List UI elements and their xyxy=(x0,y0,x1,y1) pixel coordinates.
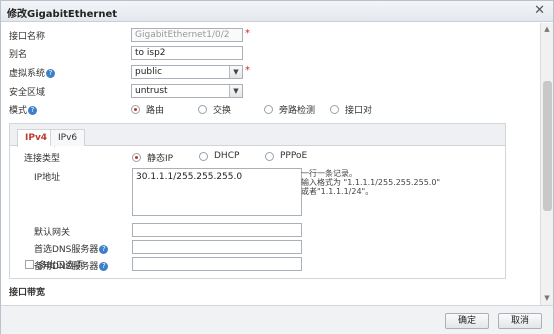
checkbox-box xyxy=(25,260,34,269)
interface-name-label: 接口名称 xyxy=(9,32,46,42)
mode-radio-bypass[interactable]: 旁路检测 xyxy=(264,103,315,116)
dns-secondary-input[interactable] xyxy=(132,257,302,271)
conn-option-label: 静态IP xyxy=(147,154,174,164)
mode-radio-pair[interactable]: 接口对 xyxy=(330,103,372,116)
conn-radio-pppoe[interactable]: PPPoE xyxy=(265,151,307,161)
edit-interface-dialog: 修改GigabitEthernet ✕ 接口名称 GigabitEthernet… xyxy=(0,0,554,334)
conn-radio-dhcp[interactable]: DHCP xyxy=(199,151,239,161)
conn-type-label: 连接类型 xyxy=(24,154,61,164)
vertical-scrollbar[interactable]: ▲ ▼ xyxy=(540,23,553,305)
radio-dot xyxy=(132,153,141,162)
conn-option-label: DHCP xyxy=(214,151,240,161)
tab-ipv6[interactable]: IPv6 xyxy=(50,129,86,146)
mode-label-text: 模式 xyxy=(9,106,28,116)
zone-value: untrust xyxy=(135,86,168,96)
help-icon[interactable]: ? xyxy=(99,262,109,271)
mode-option-label: 路由 xyxy=(146,106,165,116)
ok-button[interactable]: 确定 xyxy=(445,313,489,329)
help-icon[interactable]: ? xyxy=(28,106,38,115)
dialog-title: 修改GigabitEthernet xyxy=(7,9,118,20)
help-icon[interactable]: ? xyxy=(99,245,109,254)
vsys-select[interactable]: public ▼ xyxy=(131,65,243,79)
ip-config-panel: IPv4 IPv6 连接类型 静态IP DHCP PPPoE IP地址 30.1… xyxy=(9,123,506,279)
tab-strip: IPv4 IPv6 xyxy=(10,124,505,147)
vsys-label: 虚拟系统? xyxy=(9,66,56,79)
required-mark: * xyxy=(245,65,250,76)
zone-label: 安全区域 xyxy=(9,88,46,98)
ip-address-label: IP地址 xyxy=(34,173,61,183)
interface-name-field: GigabitEthernet1/0/2 xyxy=(131,28,243,42)
dns-primary-input[interactable] xyxy=(132,240,302,254)
mode-option-label: 交换 xyxy=(213,106,232,116)
conn-radio-static[interactable]: 静态IP xyxy=(132,151,173,164)
vsys-value: public xyxy=(135,67,163,77)
bandwidth-section-header[interactable]: 接口带宽 xyxy=(9,285,45,298)
cancel-button[interactable]: 取消 xyxy=(498,313,542,329)
dialog-footer: 确定 取消 xyxy=(1,305,553,334)
radio-dot xyxy=(330,105,339,114)
mode-option-label: 旁路检测 xyxy=(279,106,316,116)
multi-egress-checkbox[interactable]: 多出口选项 xyxy=(25,258,83,271)
ip-format-hint: 一行一条记录。 输入格式为 "1.1.1.1/255.255.255.0" 或者… xyxy=(301,169,441,196)
mode-label: 模式? xyxy=(9,103,38,116)
scroll-down-icon[interactable]: ▼ xyxy=(543,294,551,302)
scrollbar-thumb[interactable] xyxy=(543,81,552,211)
help-icon[interactable]: ? xyxy=(46,69,56,78)
ip-address-textarea[interactable]: 30.1.1.1/255.255.255.0 xyxy=(132,168,302,216)
required-mark: * xyxy=(245,28,250,39)
radio-dot xyxy=(198,105,207,114)
radio-dot xyxy=(265,151,274,161)
dns-primary-label-text: 首选DNS服务器 xyxy=(34,245,99,255)
dialog-content: 接口名称 GigabitEthernet1/0/2 * 别名 to isp2 虚… xyxy=(1,23,540,305)
vsys-label-text: 虚拟系统 xyxy=(9,69,46,79)
gateway-input[interactable] xyxy=(132,223,302,237)
radio-dot xyxy=(264,105,273,114)
multi-egress-label: 多出口选项 xyxy=(38,261,84,271)
mode-option-label: 接口对 xyxy=(345,106,373,116)
mode-radio-switch[interactable]: 交换 xyxy=(198,103,231,116)
scroll-up-icon[interactable]: ▲ xyxy=(543,25,551,33)
chevron-down-icon[interactable]: ▼ xyxy=(229,66,242,78)
close-icon[interactable]: ✕ xyxy=(534,3,545,18)
dialog-titlebar: 修改GigabitEthernet ✕ xyxy=(1,1,553,22)
gateway-label: 默认网关 xyxy=(34,228,71,238)
conn-option-label: PPPoE xyxy=(280,151,308,161)
radio-dot xyxy=(131,105,140,114)
alias-label: 别名 xyxy=(9,50,28,60)
alias-input[interactable]: to isp2 xyxy=(131,46,243,60)
radio-dot xyxy=(199,151,208,161)
mode-radio-route[interactable]: 路由 xyxy=(131,103,164,116)
dns-primary-label: 首选DNS服务器? xyxy=(34,242,109,255)
zone-select[interactable]: untrust ▼ xyxy=(131,84,243,98)
chevron-down-icon[interactable]: ▼ xyxy=(229,85,242,97)
